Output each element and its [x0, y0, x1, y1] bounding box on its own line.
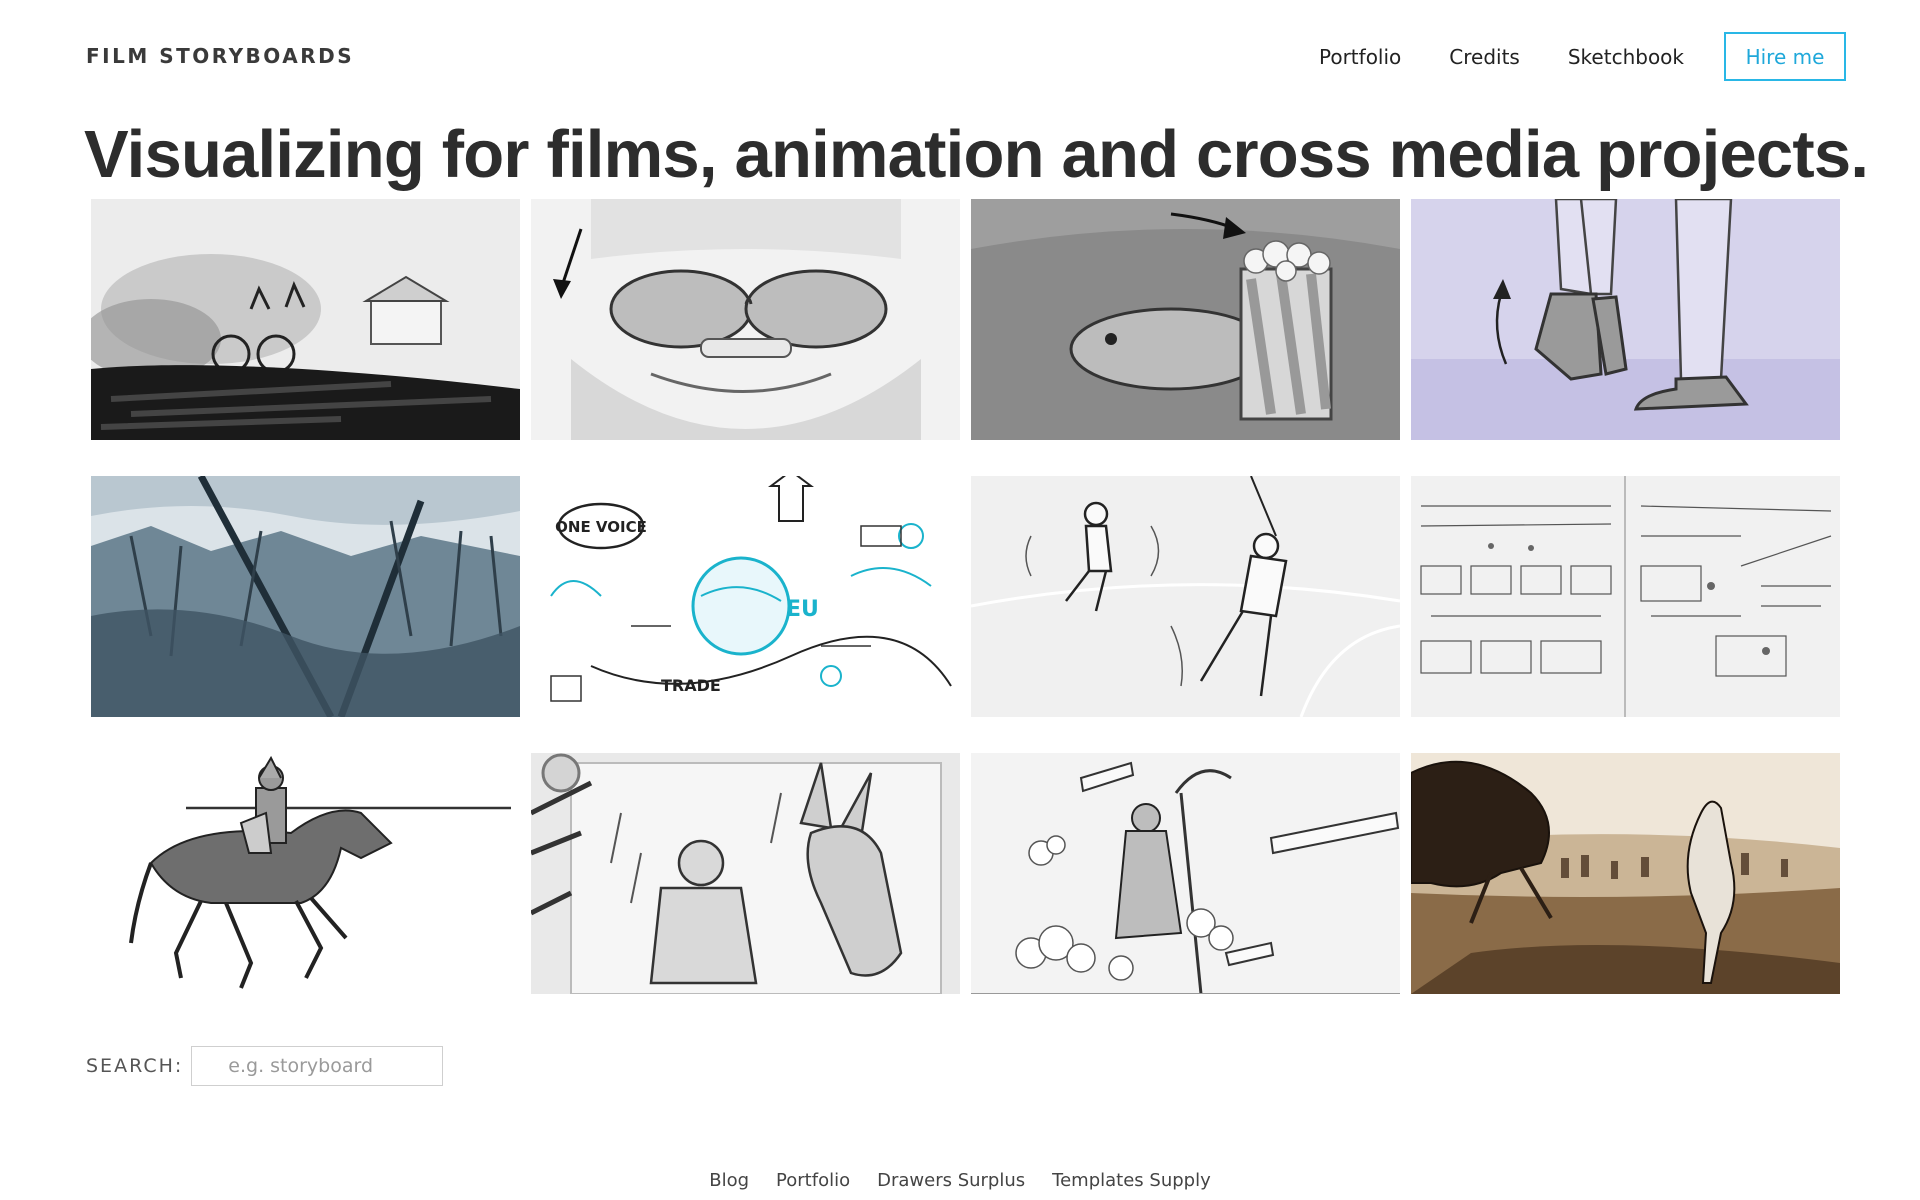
gallery-thumbnail-chariot-farm[interactable] [91, 199, 520, 440]
search-input[interactable] [191, 1046, 444, 1086]
fish-popcorn-illustration [971, 199, 1400, 440]
nav-sketchbook[interactable]: Sketchbook [1568, 44, 1684, 70]
donkey-drawing-illustration [531, 753, 960, 994]
footer-link-drawers-surplus[interactable]: Drawers Surplus [877, 1170, 1025, 1191]
gallery-thumbnail-infographic[interactable]: ONE VOICE EU TRADE [531, 476, 960, 717]
site-header: FILM STORYBOARDS Portfolio Credits Sketc… [0, 0, 1920, 110]
main-nav: Portfolio Credits Sketchbook [1319, 44, 1684, 70]
gallery-thumbnail-feet-shoes[interactable] [1411, 199, 1840, 440]
search-label: SEARCH: [86, 1055, 184, 1077]
chariot-farm-illustration [91, 199, 520, 440]
gallery-thumbnail-knight-jousting[interactable] [91, 753, 520, 994]
footer-link-portfolio[interactable]: Portfolio [776, 1170, 850, 1191]
gallery-thumbnail-grim-reaper[interactable] [971, 753, 1400, 994]
footer-link-templates-supply[interactable]: Templates Supply [1052, 1170, 1211, 1191]
gallery-thumbnail-fish-popcorn[interactable] [971, 199, 1400, 440]
nav-credits[interactable]: Credits [1449, 44, 1520, 70]
knight-horse-illustration [91, 753, 520, 994]
gallery-thumbnail-donkey-desk[interactable] [531, 753, 960, 994]
one-voice-text: ONE VOICE [555, 518, 647, 536]
sketchbook-pages-illustration [1411, 476, 1840, 717]
gallery-thumbnail-bearded-man-sunglasses[interactable] [531, 199, 960, 440]
page-headline: Visualizing for films, animation and cro… [84, 117, 1869, 192]
cavalry-charge-illustration [1411, 753, 1840, 994]
battlefield-illustration [91, 476, 520, 717]
gallery-thumbnail-cavalry-charge[interactable] [1411, 753, 1840, 994]
portfolio-gallery: ONE VOICE EU TRADE [91, 199, 1840, 994]
gallery-thumbnail-fight-sketch[interactable] [971, 476, 1400, 717]
gallery-thumbnail-battlefield[interactable] [91, 476, 520, 717]
trade-text: TRADE [661, 676, 721, 695]
footer-link-blog[interactable]: Blog [709, 1170, 749, 1191]
nav-portfolio[interactable]: Portfolio [1319, 44, 1401, 70]
feet-shoes-illustration [1411, 199, 1840, 440]
brand-logo[interactable]: FILM STORYBOARDS [86, 44, 354, 68]
site-footer: Blog Portfolio Drawers Surplus Templates… [0, 1170, 1920, 1191]
grim-reaper-illustration [971, 753, 1400, 994]
search-bar: SEARCH: [86, 1046, 444, 1086]
fight-sketch-illustration [971, 476, 1400, 717]
infographic-illustration: ONE VOICE EU TRADE [531, 476, 960, 717]
gallery-thumbnail-sketchbook-pages[interactable] [1411, 476, 1840, 717]
eu-text: EU [786, 597, 819, 622]
bearded-man-illustration [531, 199, 960, 440]
hire-me-button[interactable]: Hire me [1724, 32, 1846, 81]
